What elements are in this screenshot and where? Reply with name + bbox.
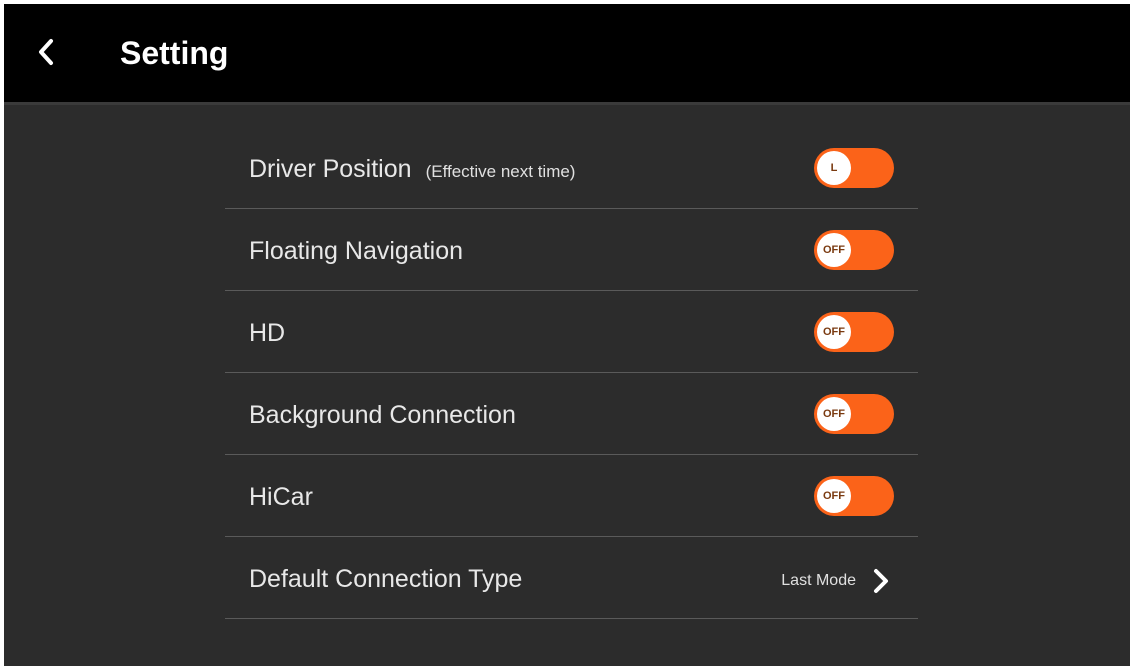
floating-navigation-toggle[interactable]: OFF <box>814 230 894 270</box>
setting-label: Driver Position <box>249 155 412 183</box>
setting-row-driver-position: Driver Position (Effective next time) L <box>225 105 918 209</box>
toggle-knob: OFF <box>817 315 851 349</box>
background-connection-toggle[interactable]: OFF <box>814 394 894 434</box>
setting-row-floating-navigation: Floating Navigation OFF <box>225 209 918 291</box>
setting-value: Last Mode <box>781 572 856 589</box>
back-button[interactable] <box>26 32 66 72</box>
hicar-toggle[interactable]: OFF <box>814 476 894 516</box>
toggle-knob: OFF <box>817 479 851 513</box>
setting-hint: (Effective next time) <box>425 162 576 181</box>
hd-toggle[interactable]: OFF <box>814 312 894 352</box>
setting-row-hicar: HiCar OFF <box>225 455 918 537</box>
setting-row-background-connection: Background Connection OFF <box>225 373 918 455</box>
setting-label: Default Connection Type <box>249 565 523 593</box>
toggle-knob: L <box>817 151 851 185</box>
setting-label: HD <box>249 319 286 347</box>
setting-label: Floating Navigation <box>249 237 464 265</box>
setting-label: HiCar <box>249 483 313 511</box>
driver-position-toggle[interactable]: L <box>814 148 894 188</box>
setting-row-default-connection-type[interactable]: Default Connection Type Last Mode <box>225 537 918 619</box>
setting-row-hd: HD OFF <box>225 291 918 373</box>
settings-screen: Setting Driver Position (Effective next t… <box>4 4 1130 666</box>
toggle-knob: OFF <box>817 233 851 267</box>
page-title: Setting <box>120 35 229 71</box>
toggle-knob: OFF <box>817 397 851 431</box>
settings-list: Driver Position (Effective next time) L F… <box>225 105 918 619</box>
header-bar: Setting <box>4 4 1130 102</box>
chevron-right-icon[interactable] <box>870 567 892 595</box>
chevron-left-icon <box>39 39 53 65</box>
setting-label: Background Connection <box>249 401 516 429</box>
